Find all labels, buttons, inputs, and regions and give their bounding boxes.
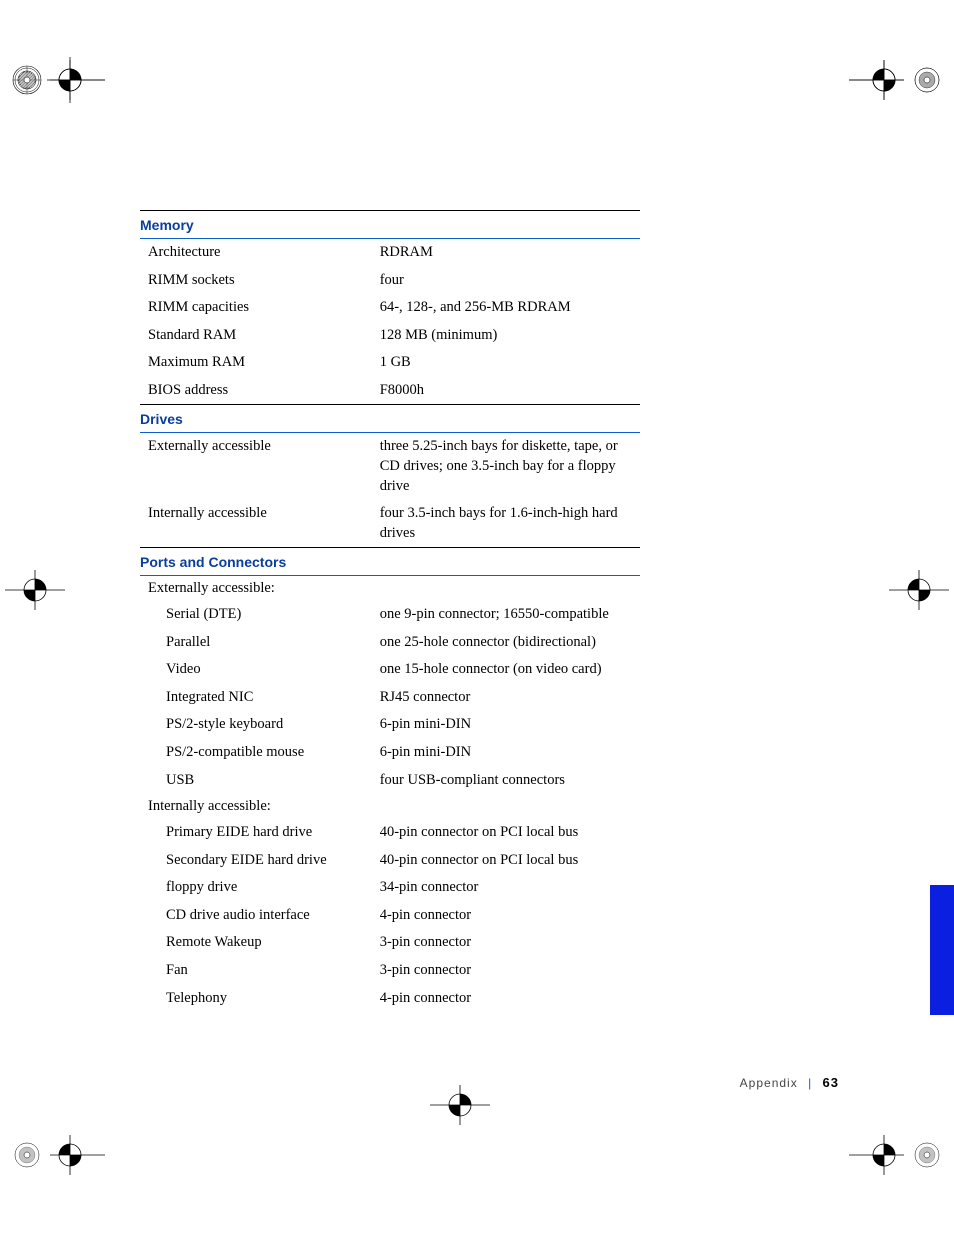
table-row: Fan3-pin connector xyxy=(140,957,640,985)
table-row: RIMM capacities64-, 128-, and 256-MB RDR… xyxy=(140,294,640,322)
specifications-table: Memory ArchitectureRDRAM RIMM socketsfou… xyxy=(140,210,640,1012)
section-title: Drives xyxy=(140,405,640,433)
spec-value: F8000h xyxy=(380,377,640,405)
section-header-drives: Drives xyxy=(140,405,640,433)
crop-mark-icon xyxy=(5,565,105,665)
section-tab xyxy=(930,885,954,1015)
spec-label: Architecture xyxy=(140,239,380,267)
spec-value: one 9-pin connector; 16550-compatible xyxy=(380,601,640,629)
spec-label: PS/2-style keyboard xyxy=(140,711,380,739)
spec-value: four USB-compliant connectors xyxy=(380,767,640,795)
subheading: Internally accessible: xyxy=(140,794,640,819)
table-row: Videoone 15-hole connector (on video car… xyxy=(140,656,640,684)
spec-label: Integrated NIC xyxy=(140,684,380,712)
spec-label: RIMM sockets xyxy=(140,267,380,295)
spec-label: floppy drive xyxy=(140,874,380,902)
crop-mark-icon xyxy=(849,565,949,665)
subheading-row: Internally accessible: xyxy=(140,794,640,819)
spec-label: PS/2-compatible mouse xyxy=(140,739,380,767)
page-number: 63 xyxy=(823,1075,839,1090)
table-row: Primary EIDE hard drive40-pin connector … xyxy=(140,819,640,847)
spec-value: four xyxy=(380,267,640,295)
spec-label: Primary EIDE hard drive xyxy=(140,819,380,847)
page-footer: Appendix | 63 xyxy=(740,1075,839,1090)
spec-label: BIOS address xyxy=(140,377,380,405)
spec-label: Telephony xyxy=(140,985,380,1013)
crop-mark-icon xyxy=(849,1080,949,1180)
table-row: Standard RAM128 MB (minimum) xyxy=(140,322,640,350)
spec-value: 40-pin connector on PCI local bus xyxy=(380,819,640,847)
section-title: Ports and Connectors xyxy=(140,548,640,576)
spec-label: Fan xyxy=(140,957,380,985)
table-row: floppy drive34-pin connector xyxy=(140,874,640,902)
table-row: Telephony4-pin connector xyxy=(140,985,640,1013)
spec-label: Parallel xyxy=(140,629,380,657)
spec-value: three 5.25-inch bays for diskette, tape,… xyxy=(380,433,640,500)
spec-value: one 25-hole connector (bidirectional) xyxy=(380,629,640,657)
spec-label: RIMM capacities xyxy=(140,294,380,322)
table-row: Internally accessiblefour 3.5-inch bays … xyxy=(140,500,640,548)
footer-divider: | xyxy=(802,1076,818,1090)
table-row: PS/2-compatible mouse6-pin mini-DIN xyxy=(140,739,640,767)
spec-label: CD drive audio interface xyxy=(140,902,380,930)
crop-mark-icon xyxy=(5,1080,105,1180)
spec-label: Internally accessible xyxy=(140,500,380,548)
spec-value: 128 MB (minimum) xyxy=(380,322,640,350)
crop-mark-icon xyxy=(849,55,949,155)
spec-value: 3-pin connector xyxy=(380,929,640,957)
spec-label: Serial (DTE) xyxy=(140,601,380,629)
specifications-page: Memory ArchitectureRDRAM RIMM socketsfou… xyxy=(140,210,800,1012)
table-row: Integrated NICRJ45 connector xyxy=(140,684,640,712)
spec-value: 4-pin connector xyxy=(380,985,640,1013)
spec-value: 6-pin mini-DIN xyxy=(380,739,640,767)
spec-label: Externally accessible xyxy=(140,433,380,500)
spec-label: Video xyxy=(140,656,380,684)
table-row: Parallelone 25-hole connector (bidirecti… xyxy=(140,629,640,657)
subheading-row: Externally accessible: xyxy=(140,576,640,602)
spec-value: 3-pin connector xyxy=(380,957,640,985)
table-row: BIOS addressF8000h xyxy=(140,377,640,405)
table-row: Remote Wakeup3-pin connector xyxy=(140,929,640,957)
spec-value: 6-pin mini-DIN xyxy=(380,711,640,739)
table-row: USBfour USB-compliant connectors xyxy=(140,767,640,795)
section-header-memory: Memory xyxy=(140,211,640,239)
spec-label: Maximum RAM xyxy=(140,349,380,377)
crop-mark-icon xyxy=(5,55,105,155)
spec-value: one 15-hole connector (on video card) xyxy=(380,656,640,684)
spec-value: 34-pin connector xyxy=(380,874,640,902)
section-title: Memory xyxy=(140,211,640,239)
spec-label: USB xyxy=(140,767,380,795)
table-row: CD drive audio interface4-pin connector xyxy=(140,902,640,930)
spec-label: Remote Wakeup xyxy=(140,929,380,957)
table-row: Serial (DTE)one 9-pin connector; 16550-c… xyxy=(140,601,640,629)
spec-value: 4-pin connector xyxy=(380,902,640,930)
table-row: Maximum RAM1 GB xyxy=(140,349,640,377)
spec-value: four 3.5-inch bays for 1.6-inch-high har… xyxy=(380,500,640,548)
table-row: RIMM socketsfour xyxy=(140,267,640,295)
table-row: Secondary EIDE hard drive40-pin connecto… xyxy=(140,847,640,875)
table-row: ArchitectureRDRAM xyxy=(140,239,640,267)
section-header-ports: Ports and Connectors xyxy=(140,548,640,576)
spec-value: 64-, 128-, and 256-MB RDRAM xyxy=(380,294,640,322)
table-row: Externally accessiblethree 5.25-inch bay… xyxy=(140,433,640,500)
crop-mark-icon xyxy=(430,1080,530,1180)
spec-value: RDRAM xyxy=(380,239,640,267)
spec-value: RJ45 connector xyxy=(380,684,640,712)
footer-section: Appendix xyxy=(740,1076,798,1090)
spec-value: 1 GB xyxy=(380,349,640,377)
table-row: PS/2-style keyboard6-pin mini-DIN xyxy=(140,711,640,739)
spec-label: Secondary EIDE hard drive xyxy=(140,847,380,875)
spec-value: 40-pin connector on PCI local bus xyxy=(380,847,640,875)
spec-label: Standard RAM xyxy=(140,322,380,350)
subheading: Externally accessible: xyxy=(140,576,640,602)
